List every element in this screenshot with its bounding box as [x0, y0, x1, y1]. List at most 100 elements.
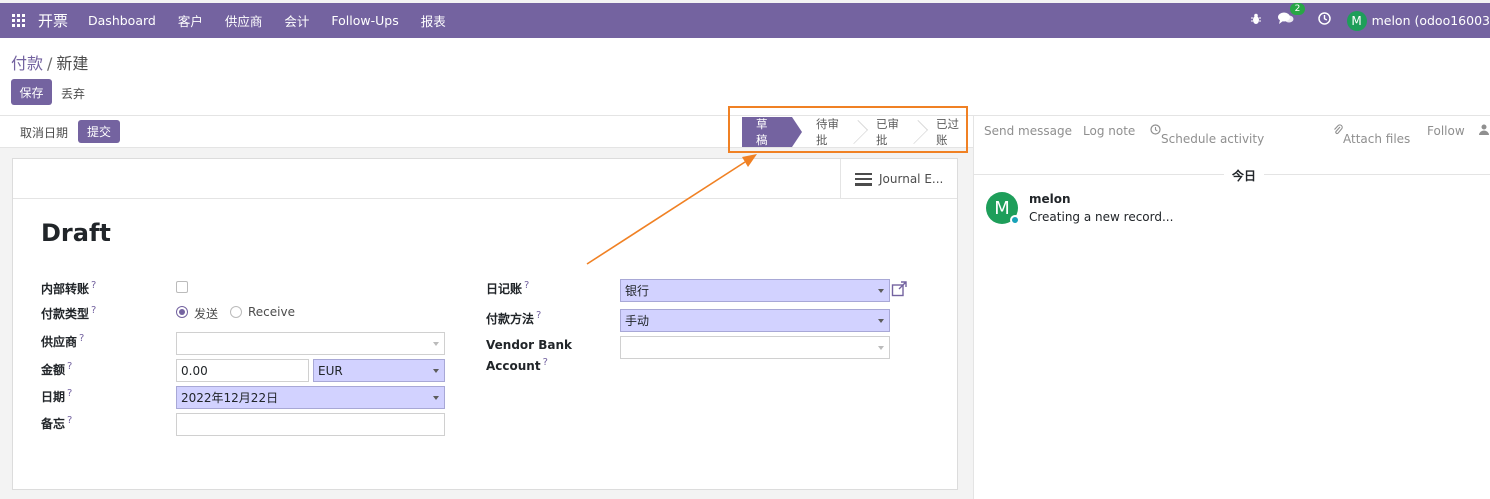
payment-type-receive-label[interactable]: Receive [248, 305, 295, 319]
currency-select[interactable]: EUR [313, 359, 445, 382]
clock-icon [1150, 124, 1161, 135]
amount-value: 0.00 [181, 363, 208, 378]
vendor-bank-account-text-line2: Account [486, 359, 541, 373]
partner-label: 供应商? [41, 333, 84, 350]
follow-button[interactable]: Follow [1427, 124, 1465, 138]
help-tooltip-icon[interactable]: ? [67, 388, 72, 399]
schedule-activity-label: Schedule activity [1161, 132, 1265, 146]
stage-approved[interactable]: 已审批 [862, 117, 929, 147]
help-tooltip-icon[interactable]: ? [67, 415, 72, 426]
menu-dashboard[interactable]: Dashboard [88, 13, 156, 28]
stage-posted-label: 已过账 [936, 117, 959, 147]
cancel-date-button[interactable]: 取消日期 [20, 124, 68, 141]
paperclip-icon [1334, 124, 1343, 135]
payment-method-text: 付款方法 [486, 312, 535, 326]
schedule-activity-button[interactable]: Schedule activity [1150, 124, 1264, 146]
save-button[interactable]: 保存 [11, 79, 52, 105]
payment-method-label: 付款方法? [486, 310, 541, 327]
help-tooltip-icon[interactable]: ? [524, 280, 529, 291]
user-avatar[interactable]: M [1346, 10, 1367, 31]
menu-accounting[interactable]: 会计 [284, 11, 309, 30]
main-navbar: 开票 Dashboard 客户 供应商 会计 Follow-Ups 报表 2 M… [0, 3, 1490, 38]
payment-type-text: 付款类型 [41, 307, 90, 321]
payment-type-receive-radio[interactable] [230, 306, 242, 318]
amount-input[interactable]: 0.00 [176, 359, 309, 382]
chevron-down-icon [878, 289, 884, 293]
apps-menu-icon[interactable] [12, 13, 26, 28]
journal-entry-smart-button[interactable]: Journal E... [840, 159, 957, 199]
memo-text: 备忘 [41, 417, 66, 431]
help-tooltip-icon[interactable]: ? [79, 333, 84, 344]
currency-value: EUR [318, 363, 343, 378]
payment-type-send-label[interactable]: 发送 [194, 305, 218, 322]
chatter-topbar: Send message Log note Schedule activity … [974, 116, 1490, 148]
stage-approved-label: 已审批 [876, 117, 899, 147]
stage-draft[interactable]: 草稿 [742, 117, 802, 147]
date-label: 日期? [41, 388, 72, 405]
journal-entry-label: Journal E... [879, 172, 944, 186]
payment-type-send-radio[interactable] [176, 306, 188, 318]
stage-pending-approval[interactable]: 待审批 [802, 117, 869, 147]
control-panel: 付款 / 新建 保存 丢弃 [0, 38, 1490, 116]
help-tooltip-icon[interactable]: ? [543, 357, 548, 368]
memo-label: 备忘? [41, 415, 72, 432]
help-tooltip-icon[interactable]: ? [91, 305, 96, 316]
journal-label: 日记账? [486, 280, 529, 297]
activity-clock-icon[interactable] [1317, 12, 1331, 29]
day-separator-label: 今日 [1224, 167, 1265, 184]
button-box: Journal E... [13, 159, 957, 199]
date-value: 2022年12月22日 [181, 391, 279, 405]
internal-transfer-text: 内部转账 [41, 282, 90, 296]
vendor-bank-account-text-line1: Vendor Bank [486, 338, 573, 352]
partner-text: 供应商 [41, 335, 78, 349]
stage-posted[interactable]: 已过账 [922, 117, 978, 147]
help-tooltip-icon[interactable]: ? [91, 280, 96, 291]
attach-files-label: Attach files [1343, 132, 1411, 146]
payment-type-label: 付款类型? [41, 305, 96, 322]
menu-vendors[interactable]: 供应商 [225, 11, 263, 30]
help-tooltip-icon[interactable]: ? [536, 310, 541, 321]
external-link-icon[interactable] [891, 281, 907, 297]
journal-text: 日记账 [486, 282, 523, 296]
form-statusbar: 取消日期 提交 草稿 待审批 已审批 已过账 [0, 116, 973, 148]
user-menu[interactable]: melon (odoo16003 [1372, 13, 1490, 28]
vendor-bank-account-label: Vendor Bank Account? [486, 337, 572, 375]
journal-value: 银行 [625, 284, 650, 298]
messages-count-badge: 2 [1289, 3, 1306, 15]
menu-reports[interactable]: 报表 [421, 11, 446, 30]
submit-button[interactable]: 提交 [78, 120, 120, 143]
chatter-panel: Send message Log note Schedule activity … [973, 116, 1490, 499]
discard-button[interactable]: 丢弃 [61, 85, 85, 102]
messages-icon[interactable]: 2 [1277, 3, 1306, 29]
help-tooltip-icon[interactable]: ? [67, 361, 72, 372]
form-sheet: Journal E... Draft 内部转账? 付款类型? 发送 Receiv… [12, 158, 958, 490]
internal-transfer-checkbox[interactable] [176, 281, 188, 293]
payment-method-select[interactable]: 手动 [620, 309, 890, 332]
send-message-button[interactable]: Send message [984, 124, 1072, 138]
message-author[interactable]: melon [1029, 192, 1071, 206]
followers-user-icon[interactable] [1479, 124, 1489, 138]
vendor-bank-account-select[interactable] [620, 336, 890, 359]
chevron-down-icon [878, 319, 884, 323]
message-author-avatar[interactable]: M [986, 192, 1020, 225]
debug-bug-icon[interactable] [1250, 13, 1262, 29]
date-input[interactable]: 2022年12月22日 [176, 386, 445, 409]
chevron-down-icon [433, 396, 439, 400]
amount-label: 金额? [41, 361, 72, 378]
log-note-button[interactable]: Log note [1083, 124, 1135, 138]
breadcrumb-current: 新建 [56, 54, 89, 73]
menu-follow-ups[interactable]: Follow-Ups [331, 13, 398, 28]
breadcrumb: 付款 / 新建 [11, 50, 88, 74]
attach-files-button[interactable]: Attach files [1333, 124, 1410, 146]
list-bars-icon [855, 172, 872, 186]
partner-select[interactable] [176, 332, 445, 355]
memo-input[interactable] [176, 413, 445, 436]
menu-customers[interactable]: 客户 [178, 11, 203, 30]
app-name[interactable]: 开票 [38, 10, 68, 31]
amount-text: 金额 [41, 363, 66, 377]
stage-pending-approval-label: 待审批 [816, 117, 839, 147]
payment-method-value: 手动 [625, 314, 650, 328]
journal-select[interactable]: 银行 [620, 279, 890, 302]
breadcrumb-parent[interactable]: 付款 [11, 54, 43, 73]
date-text: 日期 [41, 390, 66, 404]
